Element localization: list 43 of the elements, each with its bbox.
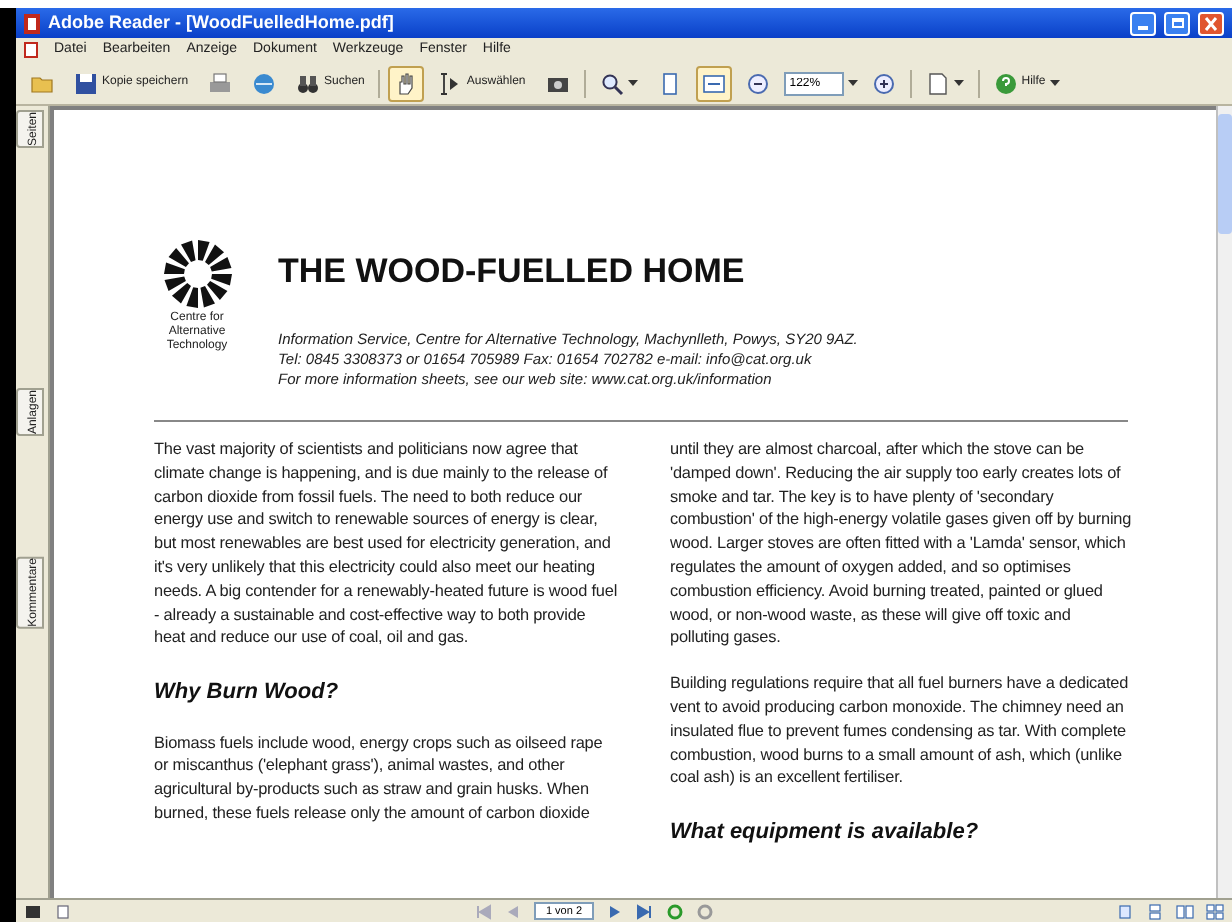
last-page-icon[interactable] (636, 903, 654, 919)
section-heading: What equipment is available? (670, 818, 981, 849)
caret-icon (953, 80, 964, 86)
panel-icon[interactable] (24, 903, 42, 919)
vertical-scrollbar[interactable] (1216, 106, 1232, 898)
paragraph: The vast majority of scientists and politicians now agree that climate change is happening, and is due mainly to the release of carbon dioxide from fossil fuels. The need to both reduce our energy use and switch to renewable sources of energy is clear, but most renewables are best used for electricity generation, and it's very unlikely that this electricity could also meet our heating needs. A big contender for a renewably-heated future is wood fuel - already a sustainable and cost-effective way to both provide heat and reduce our use of coal, oil and gas. (154, 438, 618, 651)
maximize-button[interactable] (1164, 11, 1190, 35)
paragraph: until they are almost charcoal, after which the stove can be 'damped down'. Reducing the air supply too early creates lots of smoke and tar. The key is to have plenty of 'secondary combustion' of the high-energy volatile gases given off by burning wood. Larger stoves are often fitted with a 'Lamda' sensor, which regulates the amount of oxygen added, and so optimises combustion efficiency. Avoid burning treated, painted or glued wood, or non-wood waste, as these will give off toxic and polluting gases. (670, 438, 1134, 651)
page-icon (925, 71, 950, 95)
single-page-icon[interactable] (1116, 903, 1134, 919)
continuous-facing-icon[interactable] (1206, 903, 1224, 919)
paragraph: Biomass fuels include wood, energy crops such as oilseed rape or miscanthus ('elephant grass'), animal wastes, and other agricultural by-products such as straw and grain husks. When burned, these fuels release only the amount of carbon dioxide (154, 731, 605, 826)
document-title: THE WOOD-FUELLED HOME (278, 250, 745, 294)
toolbar-button[interactable] (695, 65, 732, 101)
magnifier-icon (599, 71, 624, 95)
document-icon (24, 42, 38, 58)
section-heading: Why Burn Wood? (154, 678, 341, 709)
folder-icon (30, 71, 54, 95)
zoom-out-icon (745, 71, 770, 95)
caret-icon (847, 80, 858, 86)
text-cursor-icon (438, 71, 463, 95)
close-icon (1200, 13, 1222, 33)
fit-page-icon (657, 71, 682, 95)
caret-icon (1049, 80, 1060, 86)
close-button[interactable] (1198, 11, 1224, 35)
page-icon[interactable] (54, 903, 72, 919)
paragraph: Building regulations require that all fuel burners have a dedicated vent to avoid producing carbon monoxide. The chimney need an insulated flue to prevent fumes condensing as tar. With complete combustion, wood burns to a small amount of ash, which (unlike coal ash) is an excellent fertiliser. (670, 672, 1131, 791)
binoculars-icon (296, 71, 321, 95)
help-icon (993, 71, 1018, 95)
next-page-icon[interactable] (606, 903, 624, 919)
window-title: Adobe Reader - [WoodFuelledHome.pdf] (48, 9, 394, 36)
back-icon[interactable] (666, 903, 684, 919)
facing-icon[interactable] (1176, 903, 1194, 919)
continuous-icon[interactable] (1146, 903, 1164, 919)
logo-icon (161, 238, 233, 310)
fit-width-icon (701, 71, 726, 95)
caret-icon (627, 80, 638, 86)
zoom-in-icon (871, 71, 896, 95)
minimize-button[interactable] (1130, 11, 1156, 35)
hand-icon (394, 71, 419, 95)
app-icon (24, 13, 40, 33)
printer-icon (208, 71, 233, 95)
forward-icon[interactable] (696, 903, 714, 919)
